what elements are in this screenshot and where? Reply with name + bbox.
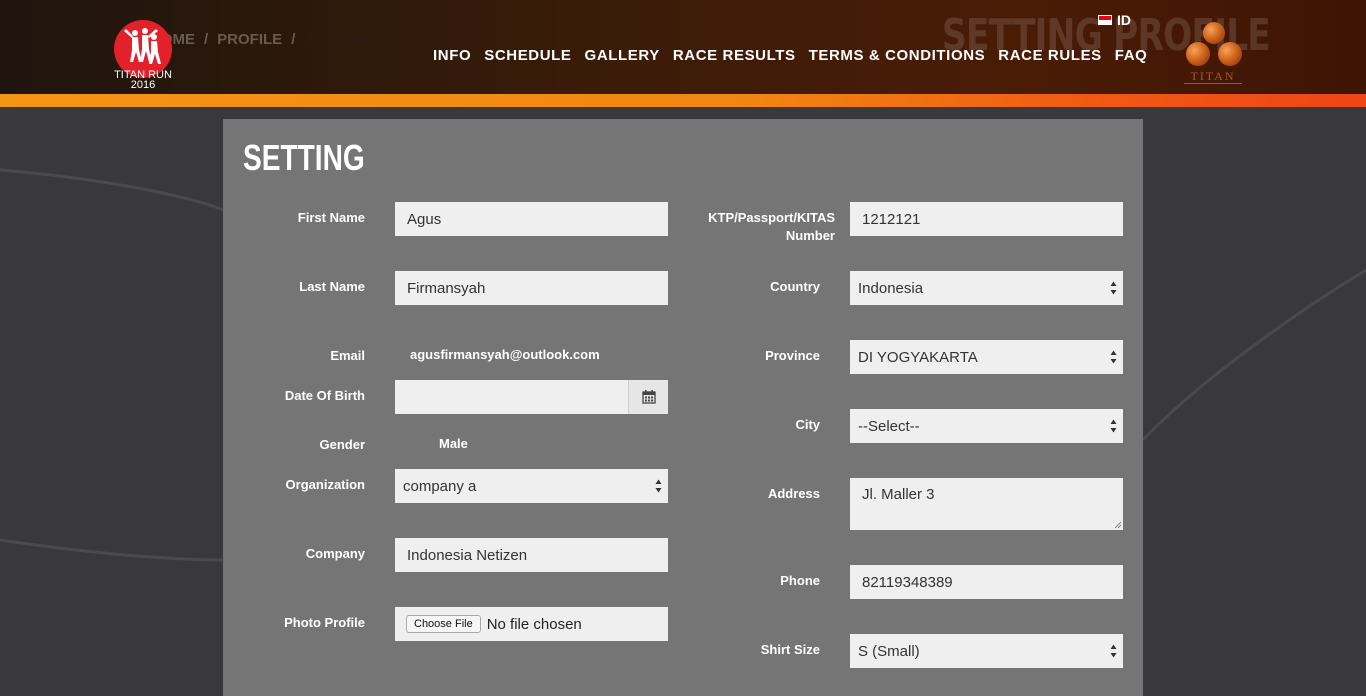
select-arrows-icon <box>1110 644 1117 658</box>
first-name-input[interactable]: Agus <box>395 202 668 236</box>
province-selected: DI YOGYAKARTA <box>858 348 978 366</box>
id-number-label-line1: KTP/Passport/KITAS <box>708 210 835 225</box>
phone-input[interactable]: 82119348389 <box>850 565 1123 599</box>
breadcrumb: HOME / PROFILE / SETTING <box>150 31 370 48</box>
country-select[interactable]: Indonesia <box>850 271 1123 305</box>
company-value: Indonesia Netizen <box>407 546 528 564</box>
nav-race-results[interactable]: RACE RESULTS <box>673 47 796 64</box>
id-number-label-line2: Number <box>785 228 835 243</box>
date-of-birth-label: Date Of Birth <box>284 388 365 403</box>
sponsor-ball-icon <box>1218 42 1242 66</box>
titan-sponsor-logo: TITAN <box>1182 22 1244 88</box>
header-accent-bar <box>0 94 1366 107</box>
country-label: Country <box>770 279 820 294</box>
city-select[interactable]: --Select-- <box>850 409 1123 443</box>
language-switch[interactable]: ID <box>1098 12 1131 28</box>
organization-label: Organization <box>285 477 365 492</box>
sponsor-logo-text: TITAN <box>1184 69 1242 84</box>
organization-selected: company a <box>403 477 477 495</box>
calendar-icon <box>641 390 656 404</box>
address-label: Address <box>767 486 820 501</box>
nav-race-rules[interactable]: RACE RULES <box>998 47 1102 64</box>
main-navigation: INFO SCHEDULE GALLERY RACE RESULTS TERMS… <box>433 47 1147 64</box>
nav-gallery[interactable]: GALLERY <box>585 47 660 64</box>
select-arrows-icon <box>1110 419 1117 433</box>
phone-value: 82119348389 <box>862 573 953 591</box>
nav-faq[interactable]: FAQ <box>1115 47 1148 64</box>
sponsor-ball-icon <box>1203 22 1225 44</box>
shirt-size-selected: S (Small) <box>858 642 920 660</box>
photo-profile-label: Photo Profile <box>284 615 365 630</box>
email-label: Email <box>330 348 365 363</box>
gender-label: Gender <box>319 437 365 452</box>
city-label: City <box>795 417 820 432</box>
country-selected: Indonesia <box>858 279 924 297</box>
page-title: SETTING <box>243 137 365 178</box>
id-number-value: 1212121 <box>862 210 921 228</box>
breadcrumb-current: SETTING <box>304 31 370 48</box>
province-label: Province <box>765 348 820 363</box>
nav-schedule[interactable]: SCHEDULE <box>484 47 571 64</box>
last-name-input[interactable]: Firmansyah <box>395 271 668 305</box>
select-arrows-icon <box>1110 350 1117 364</box>
settings-panel: SETTING First Name Agus Last Name Firman… <box>223 119 1143 696</box>
logo-text: TITAN RUN 2016 <box>112 70 174 91</box>
gender-value: Male <box>439 436 468 451</box>
last-name-value: Firmansyah <box>407 279 486 297</box>
shirt-size-label: Shirt Size <box>760 642 820 657</box>
address-value: Jl. Maller 3 <box>862 486 935 503</box>
province-select[interactable]: DI YOGYAKARTA <box>850 340 1123 374</box>
photo-profile-file-input[interactable]: Choose File No file chosen <box>395 607 668 641</box>
company-label: Company <box>305 546 365 561</box>
language-code: ID <box>1117 12 1131 28</box>
organization-select[interactable]: company a <box>395 469 668 503</box>
city-selected: --Select-- <box>858 417 920 435</box>
sponsor-ball-icon <box>1186 42 1210 66</box>
nav-terms-conditions[interactable]: TERMS & CONDITIONS <box>809 47 986 64</box>
first-name-value: Agus <box>407 210 442 228</box>
resize-grip-icon[interactable] <box>1114 521 1122 529</box>
shirt-size-select[interactable]: S (Small) <box>850 634 1123 668</box>
date-of-birth-input[interactable] <box>395 380 668 414</box>
address-textarea[interactable]: Jl. Maller 3 <box>850 478 1123 530</box>
calendar-button[interactable] <box>628 380 668 414</box>
last-name-label: Last Name <box>299 279 365 294</box>
nav-info[interactable]: INFO <box>433 47 471 64</box>
breadcrumb-profile-link[interactable]: PROFILE <box>217 31 282 48</box>
site-header: SETTING PROFILE HOME / PROFILE / SETTING TIT… <box>0 0 1366 94</box>
email-value: agusfirmansyah@outlook.com <box>410 347 600 362</box>
indonesia-flag-icon <box>1098 15 1112 25</box>
titan-run-logo[interactable]: TITAN RUN 2016 <box>112 20 174 94</box>
select-arrows-icon <box>1110 281 1117 295</box>
first-name-label: First Name <box>297 210 365 225</box>
id-number-input[interactable]: 1212121 <box>850 202 1123 236</box>
file-status: No file chosen <box>486 615 582 633</box>
company-input[interactable]: Indonesia Netizen <box>395 538 668 572</box>
logo-year: 2016 <box>130 79 156 91</box>
choose-file-button[interactable]: Choose File <box>406 615 481 633</box>
id-number-label: KTP/Passport/KITAS Number <box>660 209 835 245</box>
phone-label: Phone <box>780 573 820 588</box>
